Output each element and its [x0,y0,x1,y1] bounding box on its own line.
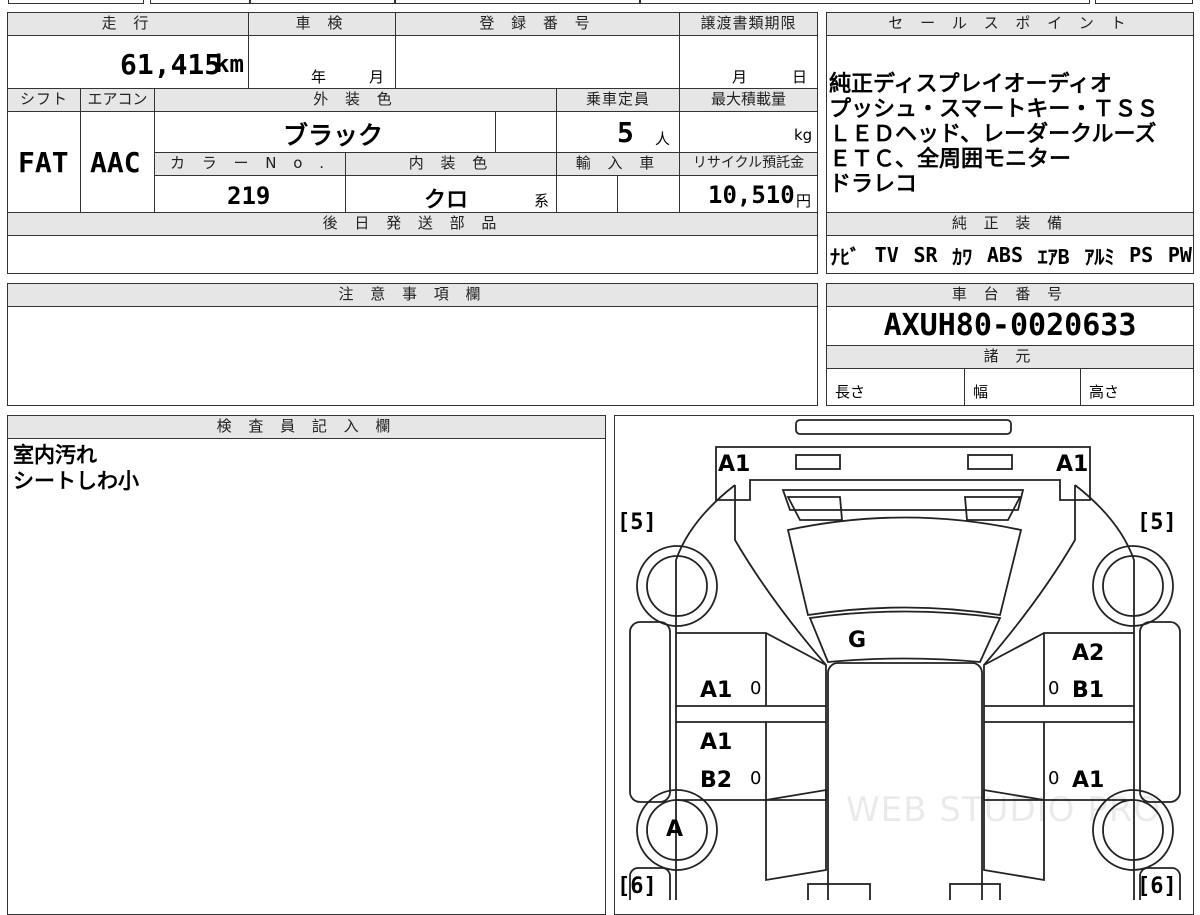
equipment-item: ｴｱB [1037,244,1070,269]
damage-front-right: A1 [1056,452,1089,477]
spec-length-cell: 長さ [826,368,965,406]
tire-front-left: [5] [617,510,657,535]
recycle-cell: 10,510 円 [679,175,818,213]
mark-zero: 0 [1048,678,1060,699]
shaken-month: 月 [369,68,385,86]
mileage-cell: 61,415 km [7,35,249,89]
shaken-cell: 年 月 [248,35,396,89]
damage-left-rear-door-1: A1 [700,730,733,755]
tire-rear-left: [6] [617,874,657,899]
spec-width-label: 幅 [973,383,989,401]
equipment-header: 純 正 装 備 [826,212,1194,236]
interior-color-header: 内 装 色 [345,152,557,176]
later-parts-header: 後 日 発 送 部 品 [7,212,818,236]
transfer-month: 月 [732,68,748,86]
shift-cell: FAT [7,111,81,213]
capacity-value: 5 [617,116,634,149]
shaken-header: 車 検 [248,12,396,36]
equipment-item: ｶﾜ [952,244,973,269]
sales-point-line: ＥＴＣ、全周囲モニター [829,147,1072,172]
watermark: WEB STUDIO PRO [846,790,1162,830]
equipment-item: PW [1167,243,1192,267]
interior-color-value: クロ [424,188,469,213]
damage-windshield: G [848,628,867,653]
color-no-value: 219 [227,182,271,210]
capacity-cell: 5 人 [556,111,680,153]
inspector-notes: 室内汚れ シートしわ小 [13,442,139,494]
aircon-value: AAC [90,146,141,179]
spec-height-cell: 高さ [1080,368,1194,406]
max-load-cell: kg [679,111,818,153]
recycle-header: リサイクル預託金 [679,152,818,176]
damage-front-left: A1 [718,452,751,477]
transfer-day: 日 [792,68,808,86]
damage-right-front-door-2: B1 [1072,678,1105,703]
sales-points-header: セ ー ル ス ポ イ ン ト [826,12,1194,36]
capacity-unit: 人 [655,130,671,148]
sales-point-line: ドラレコ [829,172,918,197]
damage-left-front-door: A1 [700,678,733,703]
transfer-deadline-cell: 月 日 [679,35,818,89]
shaken-year: 年 [311,68,327,86]
exterior-color-header: 外 装 色 [154,88,557,112]
max-load-header: 最大積載量 [679,88,818,112]
exterior-color-cell: ブラック [154,111,496,153]
specs-header: 諸 元 [826,345,1194,369]
import-header: 輸 入 車 [556,152,680,176]
spec-length-label: 長さ [835,383,866,401]
mark-zero: 0 [1048,768,1060,789]
aircon-cell: AAC [80,111,155,213]
top-strip [0,0,1200,6]
equipment-item: SR [913,243,938,267]
exterior-color-extra [495,111,557,153]
mileage-unit: km [215,50,244,78]
equipment-item: TV [874,243,899,267]
aircon-header: エアコン [80,88,155,112]
spec-width-cell: 幅 [964,368,1081,406]
shift-header: シフト [7,88,81,112]
capacity-header: 乗車定員 [556,88,680,112]
chassis-number: AXUH80-0020633 [883,308,1137,343]
later-parts-cell [7,235,818,274]
equipment-item: PS [1129,243,1154,267]
import-cell-1 [556,175,618,213]
inspector-note-line: シートしわ小 [13,469,139,493]
equipment-list: ﾅﾋﾞ TV SR ｶﾜ ABS ｴｱB ｱﾙﾐ PS PW [830,238,1192,272]
mileage-header: 走 行 [7,12,249,36]
sales-points-list: 純正ディスプレイオーディオ プッシュ・スマートキー・ＴＳＳ ＬＥＤヘッド、レーダ… [829,72,1191,197]
color-no-header: カ ラ ー N o . [154,152,346,176]
spec-height-label: 高さ [1089,383,1120,401]
mark-zero: 0 [750,768,762,789]
recycle-unit: 円 [796,192,812,210]
mileage-value: 61,415 [120,48,222,81]
sales-point-line: プッシュ・スマートキー・ＴＳＳ [829,97,1159,122]
mark-zero: 0 [750,678,762,699]
notes-header: 注 意 事 項 欄 [7,283,818,307]
registration-header: 登 録 番 号 [395,12,680,36]
sales-point-line: ＬＥＤヘッド、レーダークルーズ [829,122,1157,147]
import-cell-2 [617,175,680,213]
color-no-cell: 219 [154,175,346,213]
transfer-deadline-header: 譲渡書類期限 [679,12,818,36]
tire-rear-right: [6] [1137,874,1177,899]
damage-left-rear-door-2: B2 [700,768,733,793]
interior-color-suffix: 系 [534,192,550,210]
shift-value: FAT [18,146,69,179]
sales-point-line: 純正ディスプレイオーディオ [829,72,1112,97]
equipment-item: ｱﾙﾐ [1084,244,1115,269]
registration-cell [395,35,680,89]
tire-front-right: [5] [1137,510,1177,535]
inspector-note-line: 室内汚れ [13,443,97,467]
equipment-item: ABS [986,243,1023,267]
inspector-header: 検 査 員 記 入 欄 [7,415,606,439]
exterior-color-value: ブラック [283,121,384,150]
equipment-item: ﾅﾋﾞ [830,244,860,269]
damage-right-front-door-1: A2 [1072,641,1105,666]
max-load-unit: kg [794,126,813,144]
interior-color-cell: クロ 系 [345,175,557,213]
chassis-header: 車 台 番 号 [826,283,1194,307]
recycle-value: 10,510 [708,181,795,209]
damage-rear-left-wheel: A [666,817,684,842]
